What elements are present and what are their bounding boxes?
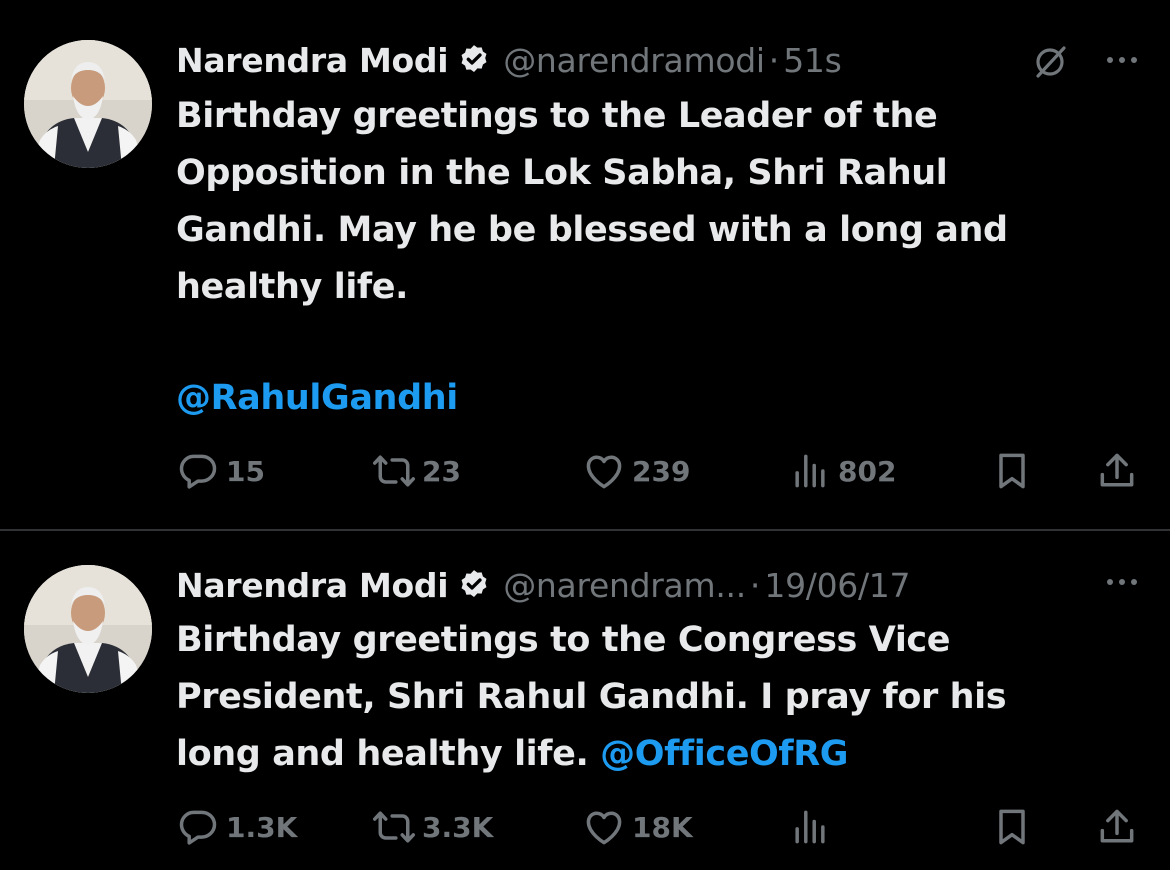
more-icon[interactable] [1100, 572, 1144, 592]
reply-button[interactable]: 1.3K [176, 802, 297, 852]
repost-button[interactable]: 3.3K [372, 802, 493, 852]
bookmark-button[interactable] [990, 446, 1034, 496]
like-count: 18K [632, 810, 693, 844]
timestamp[interactable]: 19/06/17 [764, 566, 910, 605]
repost-button[interactable]: 23 [372, 446, 461, 496]
tweet[interactable]: Narendra Modi @narendram... · 19/06/17 B… [0, 531, 1170, 870]
action-bar: 1.3K 3.3K 18K [0, 802, 1170, 852]
heart-icon [586, 455, 622, 489]
views-icon [795, 810, 825, 844]
share-button[interactable] [1095, 446, 1139, 496]
tweet-header: Narendra Modi @narendramodi · 51s [176, 38, 842, 82]
tweet-header: Narendra Modi @narendram... · 19/06/17 [176, 563, 911, 607]
repost-count: 23 [422, 454, 461, 488]
grok-icon[interactable] [1030, 44, 1070, 80]
repost-icon [373, 455, 415, 487]
mention-link[interactable]: @OfficeOfRG [600, 734, 848, 774]
verified-badge-icon [461, 570, 487, 598]
avatar[interactable] [24, 40, 152, 168]
mention-link[interactable]: @RahulGandhi [176, 370, 458, 427]
avatar-photo [24, 565, 152, 693]
reply-button[interactable]: 15 [176, 446, 265, 496]
bookmark-button[interactable] [990, 802, 1034, 852]
like-count: 239 [632, 454, 691, 488]
share-icon [1100, 453, 1134, 487]
share-icon [1100, 809, 1134, 843]
reply-count: 15 [226, 454, 265, 488]
views-button[interactable] [788, 802, 832, 852]
repost-count: 3.3K [422, 810, 494, 844]
views-button[interactable]: 802 [788, 446, 896, 496]
tweet-text: Birthday greetings to the Congress Vice … [176, 612, 1106, 783]
reply-icon [179, 810, 217, 845]
more-icon[interactable] [1100, 50, 1144, 70]
handle[interactable]: @narendramodi [503, 41, 765, 80]
tweet-text: Birthday greetings to the Leader of the … [176, 96, 1008, 307]
like-button[interactable]: 239 [582, 446, 690, 496]
like-button[interactable]: 18K [582, 802, 693, 852]
verified-badge-icon [461, 45, 487, 73]
share-button[interactable] [1095, 802, 1139, 852]
views-icon [795, 454, 825, 488]
tweet-text-body: Birthday greetings to the Congress Vice … [176, 620, 1007, 774]
reply-count: 1.3K [226, 810, 298, 844]
timestamp[interactable]: 51s [783, 41, 842, 80]
views-count: 802 [838, 454, 897, 488]
display-name[interactable]: Narendra Modi [176, 566, 449, 605]
separator: · [768, 40, 780, 80]
reply-icon [179, 454, 217, 489]
avatar[interactable] [24, 565, 152, 693]
handle[interactable]: @narendram... [503, 566, 746, 605]
display-name[interactable]: Narendra Modi [176, 41, 449, 80]
action-bar: 15 23 239 802 [0, 446, 1170, 496]
tweet[interactable]: Narendra Modi @narendramodi · 51s Birthd… [0, 0, 1170, 530]
bookmark-icon [999, 453, 1025, 489]
bookmark-icon [999, 809, 1025, 845]
repost-icon [373, 811, 415, 843]
avatar-photo [24, 40, 152, 168]
heart-icon [586, 811, 622, 845]
separator: · [749, 565, 761, 605]
